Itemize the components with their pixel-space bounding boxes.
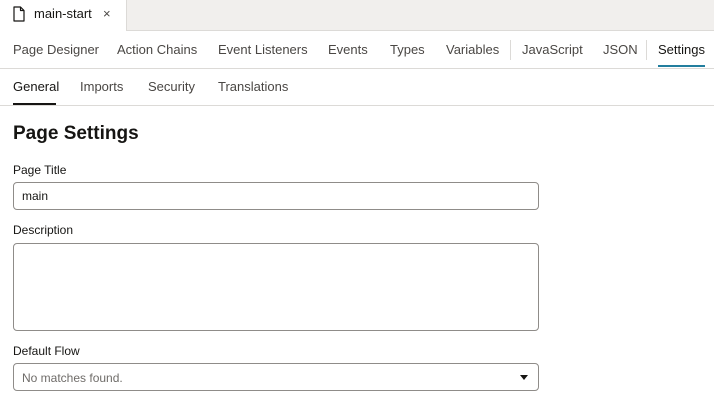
file-tab-label: main-start xyxy=(34,6,92,21)
tab-events[interactable]: Events xyxy=(328,42,368,57)
tab-event-listeners[interactable]: Event Listeners xyxy=(218,42,308,57)
active-tab-indicator xyxy=(658,65,705,67)
page-title-label: Page Title xyxy=(13,163,67,177)
tab-json[interactable]: JSON xyxy=(603,42,638,57)
subtab-imports[interactable]: Imports xyxy=(80,79,123,94)
file-tab-strip: main-start × xyxy=(0,0,714,31)
default-flow-label: Default Flow xyxy=(13,344,80,358)
default-flow-select[interactable]: No matches found. xyxy=(13,363,539,391)
active-subtab-indicator xyxy=(13,103,56,105)
page-title-input[interactable] xyxy=(13,182,539,210)
tab-javascript[interactable]: JavaScript xyxy=(522,42,583,57)
subtab-general[interactable]: General xyxy=(13,79,59,94)
tab-divider xyxy=(646,40,647,60)
default-flow-value: No matches found. xyxy=(22,371,123,385)
tab-page-designer[interactable]: Page Designer xyxy=(13,42,99,57)
close-icon[interactable]: × xyxy=(103,6,111,21)
tab-action-chains[interactable]: Action Chains xyxy=(117,42,197,57)
subtab-security[interactable]: Security xyxy=(148,79,195,94)
description-label: Description xyxy=(13,223,74,237)
designer-tabs: Page Designer Action Chains Event Listen… xyxy=(0,31,714,69)
tab-variables[interactable]: Variables xyxy=(446,42,499,57)
file-icon xyxy=(13,6,25,22)
tab-types[interactable]: Types xyxy=(390,42,425,57)
caret-down-icon xyxy=(520,375,528,380)
settings-sub-tabs: General Imports Security Translations xyxy=(0,69,714,106)
description-textarea[interactable] xyxy=(13,243,539,331)
page-settings-heading: Page Settings xyxy=(13,123,139,144)
file-tab-main-start[interactable]: main-start × xyxy=(0,0,127,31)
tab-settings[interactable]: Settings xyxy=(658,42,705,57)
tab-divider xyxy=(510,40,511,60)
subtab-translations[interactable]: Translations xyxy=(218,79,288,94)
